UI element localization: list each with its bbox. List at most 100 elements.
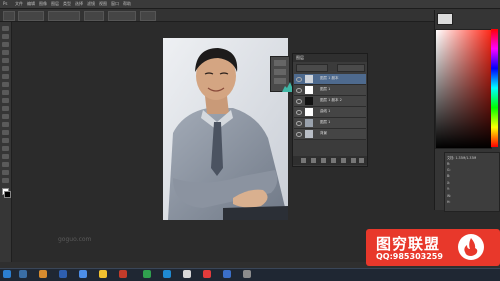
layer-thumbnail — [305, 108, 313, 116]
adjustment-icon[interactable] — [274, 69, 286, 75]
option-field[interactable] — [84, 11, 104, 21]
link-layers-icon[interactable] — [301, 158, 306, 163]
layer-thumbnail — [305, 97, 313, 105]
add-mask-icon[interactable] — [321, 158, 326, 163]
menu-filter[interactable]: 滤镜 — [87, 0, 95, 8]
layer-row[interactable]: 图层 1 — [294, 85, 366, 96]
taskbar-app-icon[interactable] — [183, 270, 191, 278]
crop-tool-icon[interactable] — [2, 58, 9, 63]
photoshop-taskbar-icon[interactable] — [223, 270, 231, 278]
layer-name: 图层 1 — [320, 120, 331, 124]
lasso-tool-icon[interactable] — [2, 42, 9, 47]
color-picker-field[interactable] — [435, 29, 492, 149]
marquee-tool-icon[interactable] — [2, 34, 9, 39]
menu-view[interactable]: 视图 — [99, 0, 107, 8]
group-icon[interactable] — [341, 158, 346, 163]
layer-thumbnail — [305, 130, 313, 138]
menu-file[interactable]: 文件 — [15, 0, 23, 8]
layer-name: 背景 — [320, 131, 327, 135]
taskbar-app-icon[interactable] — [39, 270, 47, 278]
menu-edit[interactable]: 编辑 — [27, 0, 35, 8]
layer-thumbnail — [305, 119, 313, 127]
dodge-tool-icon[interactable] — [2, 130, 9, 135]
zoom-tool-icon[interactable] — [2, 178, 9, 183]
flame-logo-icon — [464, 238, 478, 256]
gradient-tool-icon[interactable] — [2, 114, 9, 119]
layer-row[interactable]: 图层 1 — [294, 118, 366, 129]
watermark-text: goguo.com — [58, 236, 92, 243]
taskbar-app-icon[interactable] — [143, 270, 151, 278]
banner-qq: QQ:985303259 — [376, 252, 443, 261]
layer-row[interactable]: 背景 — [294, 129, 366, 140]
adjustment-icon[interactable] — [274, 60, 286, 66]
option-field[interactable] — [108, 11, 136, 21]
info-line: Y: — [447, 187, 450, 191]
clone-stamp-tool-icon[interactable] — [2, 90, 9, 95]
visibility-eye-icon[interactable] — [296, 132, 302, 137]
layer-thumbnail — [305, 86, 313, 94]
menu-help[interactable]: 帮助 — [123, 0, 131, 8]
menu-window[interactable]: 窗口 — [111, 0, 119, 8]
option-dropdown[interactable] — [18, 11, 44, 21]
start-button-icon[interactable] — [3, 270, 11, 278]
background-color-swatch[interactable] — [4, 191, 11, 198]
option-field[interactable] — [48, 11, 80, 21]
menu-bar: Ps 文件 编辑 图像 图层 类型 选择 滤镜 视图 窗口 帮助 — [0, 0, 500, 9]
hand-tool-icon[interactable] — [2, 170, 9, 175]
move-tool-icon[interactable] — [2, 26, 9, 31]
info-line: B: — [447, 174, 451, 178]
brush-tool-icon[interactable] — [2, 82, 9, 87]
new-layer-icon[interactable] — [351, 158, 356, 163]
healing-brush-tool-icon[interactable] — [2, 74, 9, 79]
info-line: 文档: 1.33M/1.33M — [447, 156, 477, 160]
layers-panel-header: 图层 — [293, 54, 367, 62]
trash-icon[interactable] — [359, 158, 364, 163]
pen-tool-icon[interactable] — [2, 138, 9, 143]
taskbar-app-icon[interactable] — [59, 270, 67, 278]
option-button[interactable] — [140, 11, 156, 21]
visibility-eye-icon[interactable] — [296, 110, 302, 115]
info-line: H: — [447, 200, 451, 204]
shape-tool-icon[interactable] — [2, 162, 9, 167]
menu-layer[interactable]: 图层 — [51, 0, 59, 8]
hue-slider[interactable] — [491, 29, 498, 147]
taskbar-app-icon[interactable] — [243, 270, 251, 278]
visibility-eye-icon[interactable] — [296, 88, 302, 93]
taskbar-app-icon[interactable] — [119, 270, 127, 278]
layers-panel: 图层 图层 1 副本 图层 1 图层 1 副本 2 曲线 1 图层 1 背景 — [292, 53, 368, 167]
visibility-eye-icon[interactable] — [296, 121, 302, 126]
layer-row[interactable]: 图层 1 副本 2 — [294, 96, 366, 107]
blend-mode-select[interactable] — [296, 64, 328, 72]
taskbar-app-icon[interactable] — [203, 270, 211, 278]
eyedropper-tool-icon[interactable] — [2, 66, 9, 71]
taskbar-app-icon[interactable] — [19, 270, 27, 278]
layer-row[interactable]: 曲线 1 — [294, 107, 366, 118]
layer-row[interactable]: 图层 1 副本 — [294, 74, 366, 85]
quick-select-tool-icon[interactable] — [2, 50, 9, 55]
visibility-eye-icon[interactable] — [296, 99, 302, 104]
tool-preset-picker[interactable] — [3, 11, 15, 21]
history-brush-tool-icon[interactable] — [2, 98, 9, 103]
taskbar-app-icon[interactable] — [79, 270, 87, 278]
tools-panel — [0, 22, 12, 262]
menu-select[interactable]: 选择 — [75, 0, 83, 8]
layers-tab[interactable]: 图层 — [296, 55, 304, 61]
menu-image[interactable]: 图像 — [39, 0, 47, 8]
options-bar — [0, 9, 500, 22]
opacity-field[interactable] — [337, 64, 365, 72]
menu-ps-logo[interactable]: Ps — [3, 0, 7, 8]
layer-name: 曲线 1 — [320, 109, 331, 113]
visibility-eye-icon[interactable] — [296, 77, 302, 82]
layer-style-icon[interactable] — [311, 158, 316, 163]
taskbar-app-icon[interactable] — [163, 270, 171, 278]
menu-type[interactable]: 类型 — [63, 0, 71, 8]
adjustment-layer-icon[interactable] — [331, 158, 336, 163]
info-line: X: — [447, 181, 451, 185]
type-tool-icon[interactable] — [2, 146, 9, 151]
mini-navigator-thumbnail[interactable] — [437, 13, 453, 25]
eraser-tool-icon[interactable] — [2, 106, 9, 111]
info-line: W: — [447, 194, 452, 198]
taskbar-app-icon[interactable] — [99, 270, 107, 278]
path-select-tool-icon[interactable] — [2, 154, 9, 159]
blur-tool-icon[interactable] — [2, 122, 9, 127]
